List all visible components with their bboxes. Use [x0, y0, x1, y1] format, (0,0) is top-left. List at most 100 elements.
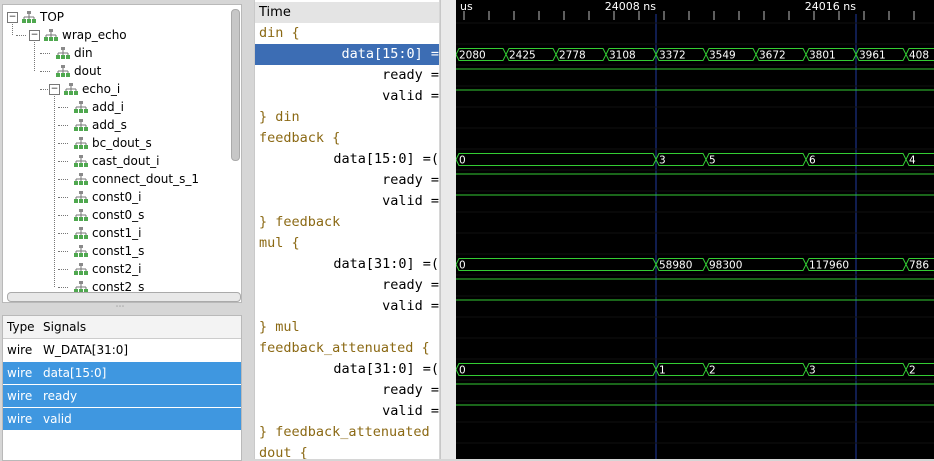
signal-row[interactable]: wire valid — [3, 408, 241, 430]
bus-value-label: 2425 — [509, 50, 536, 62]
module-hierarchy-icon — [74, 155, 88, 167]
collapse-toggle-icon[interactable]: − — [7, 12, 18, 23]
waveform-view[interactable]: us 24008 ns 24016 ns 2080 2425 2778 3108 3372 35… — [456, 0, 934, 459]
pane-divider[interactable] — [440, 0, 457, 459]
bus-value-label: 3672 — [759, 50, 786, 62]
tree-node-label: const0_s — [92, 208, 145, 222]
signal-name-row[interactable]: valid = — [255, 191, 439, 212]
tree-node-label: add_i — [92, 100, 124, 114]
bus-value-label: 98300 — [709, 260, 742, 272]
tree-node-label: const0_i — [92, 190, 142, 204]
signal-name-row[interactable]: data[15:0] =( — [255, 149, 439, 170]
bus-value-label: 0 — [459, 260, 466, 272]
hierarchy-tree[interactable]: − TOP − wrap_echo din dout − echo_i add_i add_s bc… — [2, 4, 242, 303]
bus-value-label: 3961 — [859, 50, 886, 62]
signal-row[interactable]: wire ready — [3, 385, 241, 407]
tree-node-label: bc_dout_s — [92, 136, 152, 150]
group-row[interactable]: } feedback — [255, 212, 439, 233]
group-row[interactable]: } mul — [255, 317, 439, 338]
signal-row[interactable]: wire data[15:0] — [3, 362, 241, 384]
module-hierarchy-icon — [56, 65, 70, 77]
group-row[interactable]: dout { — [255, 443, 439, 459]
tree-node[interactable]: const0_s — [73, 206, 144, 224]
tree-node[interactable]: connect_dout_s_1 — [73, 170, 199, 188]
collapse-toggle-icon[interactable]: − — [49, 84, 60, 95]
bus-value-label: 2080 — [459, 50, 486, 62]
tree-guide-line — [58, 251, 68, 252]
tree-node[interactable]: cast_dout_i — [73, 152, 160, 170]
signal-name-row[interactable]: ready = — [255, 170, 439, 191]
signal-name-row[interactable]: data[31:0] =( — [255, 359, 439, 380]
tree-node[interactable]: const1_i — [73, 224, 141, 242]
group-row[interactable]: feedback_attenuated { — [255, 338, 439, 359]
bus-segment — [705, 363, 807, 376]
bus-value-label: 1 — [659, 365, 666, 377]
signal-name-row[interactable]: valid = — [255, 401, 439, 422]
group-row[interactable]: } feedback_attenuated — [255, 422, 439, 443]
tree-guide-line — [58, 179, 68, 180]
tree-guide-line — [34, 40, 35, 71]
ruler-label: 24008 ns — [605, 0, 656, 13]
bus-segment — [456, 363, 657, 376]
bus-segment — [456, 153, 657, 166]
group-label: din { — [259, 25, 300, 41]
bus-segment — [456, 258, 657, 271]
group-row[interactable]: } din — [255, 107, 439, 128]
tree-scrollbar-thumb[interactable] — [231, 9, 240, 161]
collapse-toggle-icon[interactable]: − — [29, 30, 40, 41]
module-hierarchy-icon — [44, 29, 58, 41]
bus-value-label: 786 — [909, 260, 929, 272]
signal-row[interactable]: wire W_DATA[31:0] — [3, 339, 241, 361]
signal-name-row[interactable]: valid = — [255, 296, 439, 317]
tree-node[interactable]: din — [55, 44, 93, 62]
tree-node[interactable]: bc_dout_s — [73, 134, 152, 152]
signal-name-label: data[15:0] =( — [333, 151, 439, 167]
tree-node[interactable]: TOP — [21, 8, 64, 26]
type-column-header[interactable]: Type — [3, 316, 44, 339]
tree-node[interactable]: dout — [55, 62, 101, 80]
group-label: } feedback — [259, 214, 341, 230]
tree-guide-line — [58, 161, 68, 162]
signal-names-pane[interactable]: Time din {data[15:0] = ready = valid =} din… — [254, 0, 439, 459]
group-label: } mul — [259, 319, 300, 335]
group-label: } din — [259, 109, 300, 125]
tree-node[interactable]: add_s — [73, 116, 127, 134]
time-header[interactable]: Time — [255, 2, 439, 23]
signal-type: wire — [7, 389, 33, 403]
signal-list[interactable]: Type Signals wire W_DATA[31:0] wire data… — [2, 315, 242, 461]
signals-column-header[interactable]: Signals — [39, 316, 241, 339]
signal-name: data[15:0] — [43, 366, 107, 380]
signal-type: wire — [7, 412, 33, 426]
tree-node[interactable]: add_i — [73, 98, 124, 116]
group-label: } feedback_attenuated — [259, 424, 430, 440]
tree-node[interactable]: echo_i — [63, 80, 120, 98]
tree-node[interactable]: const1_s — [73, 242, 144, 260]
signal-name-row[interactable]: data[31:0] =( — [255, 254, 439, 275]
tree-node[interactable]: const2_i — [73, 260, 141, 278]
module-hierarchy-icon — [74, 245, 88, 257]
panel-splitter[interactable]: ⋯ — [113, 303, 127, 312]
group-row[interactable]: mul { — [255, 233, 439, 254]
tree-node[interactable]: wrap_echo — [43, 26, 127, 44]
bus-value-label: 4 — [909, 155, 916, 167]
group-label: dout { — [259, 445, 308, 459]
signal-name-label: valid = — [382, 403, 439, 419]
tree-node-label: cast_dout_i — [92, 154, 160, 168]
bus-value-label: 408 — [909, 50, 929, 62]
bus-value-label: 3801 — [809, 50, 836, 62]
bus-value-label: 3108 — [609, 50, 636, 62]
signal-name-label: ready = — [382, 67, 439, 83]
bus-value-label: 3 — [659, 155, 666, 167]
tree-node[interactable]: const0_i — [73, 188, 141, 206]
signal-name-row[interactable]: ready = — [255, 275, 439, 296]
tree-guide-line — [40, 53, 50, 54]
group-row[interactable]: din { — [255, 23, 439, 44]
signal-name-row[interactable]: valid = — [255, 86, 439, 107]
tree-horizontal-scrollbar[interactable] — [7, 292, 241, 302]
group-row[interactable]: feedback { — [255, 128, 439, 149]
signal-name-row[interactable]: data[15:0] = — [255, 44, 439, 65]
signal-name-row[interactable]: ready = — [255, 65, 439, 86]
signal-name: valid — [43, 412, 72, 426]
signal-name-row[interactable]: ready = — [255, 380, 439, 401]
bus-value-label: 2 — [709, 365, 716, 377]
